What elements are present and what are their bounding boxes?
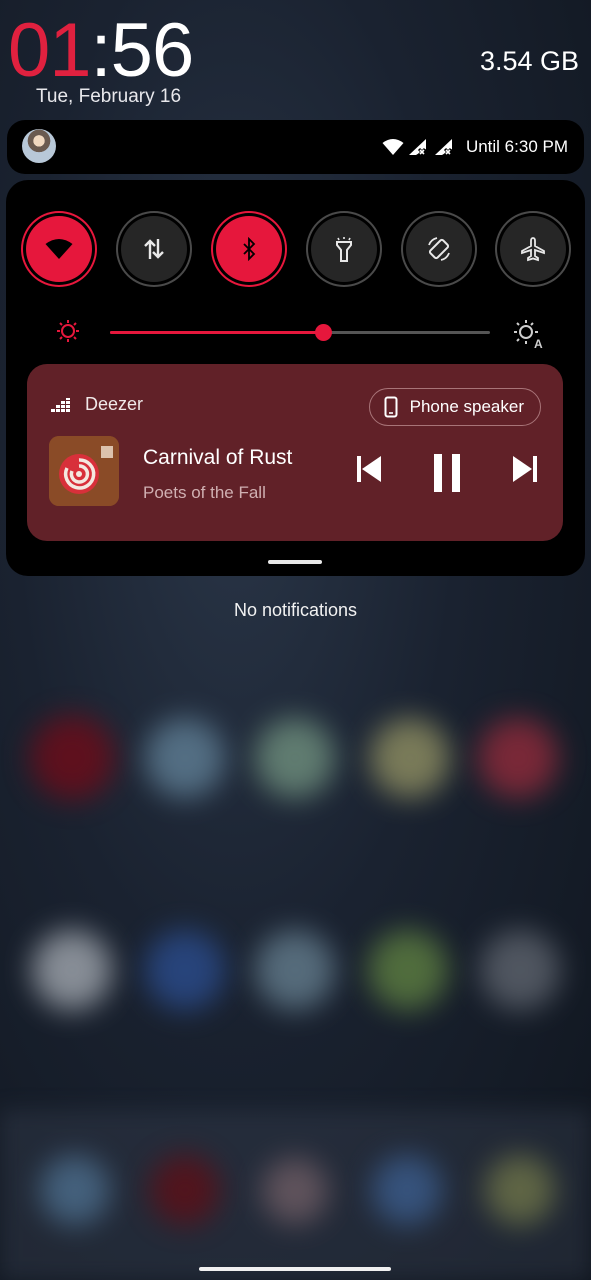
- panel-expand-handle[interactable]: [268, 560, 322, 564]
- avatar[interactable]: [22, 129, 56, 163]
- tile-wifi[interactable]: [26, 216, 92, 282]
- brightness-low-icon: [57, 320, 79, 342]
- wifi-icon: [382, 139, 404, 155]
- wifi-icon: [45, 239, 73, 259]
- clock-hours: 01: [8, 8, 92, 93]
- blurred-app-icon: [370, 718, 450, 798]
- quick-settings-tiles: [26, 216, 566, 284]
- deezer-logo-icon: [51, 397, 70, 412]
- blurred-app-icon: [40, 1155, 110, 1225]
- blurred-app-icon: [30, 715, 115, 800]
- previous-track-icon[interactable]: [355, 454, 383, 484]
- blurred-app-icon: [478, 718, 558, 798]
- phone-icon: [384, 396, 398, 418]
- brightness-slider-thumb[interactable]: [314, 324, 332, 341]
- blurred-app-icon: [255, 718, 335, 798]
- signal-no-service-icon: [408, 139, 427, 156]
- album-art: [49, 436, 119, 506]
- pause-icon[interactable]: [433, 454, 461, 492]
- blurred-app-icon: [145, 718, 225, 798]
- clock[interactable]: 01:56: [8, 8, 195, 93]
- track-artist: Poets of the Fall: [143, 483, 266, 502]
- brightness-control: A: [56, 316, 546, 350]
- tile-auto-rotate[interactable]: [406, 216, 472, 282]
- blurred-app-icon: [480, 930, 560, 1010]
- flashlight-icon: [336, 237, 352, 262]
- tile-mobile-data[interactable]: [121, 216, 187, 282]
- data-transfer-icon: [144, 239, 164, 259]
- airplane-icon: [521, 237, 545, 262]
- date[interactable]: Tue, February 16: [36, 86, 181, 108]
- output-device-button[interactable]: Phone speaker: [368, 388, 541, 426]
- quick-settings-panel: A Deezer Phone speaker Carnival of Rust …: [6, 180, 585, 576]
- status-bar: Until 6:30 PM: [7, 120, 584, 174]
- blurred-app-icon: [255, 930, 335, 1010]
- svg-text:A: A: [534, 337, 543, 349]
- clock-separator: :: [90, 8, 112, 93]
- auto-rotate-icon: [428, 237, 450, 261]
- gesture-nav-bar[interactable]: [199, 1267, 391, 1271]
- blurred-app-icon: [485, 1155, 555, 1225]
- tile-flashlight[interactable]: [311, 216, 377, 282]
- blurred-app-icon: [372, 1155, 442, 1225]
- brightness-slider[interactable]: [110, 324, 490, 341]
- track-title: Carnival of Rust: [143, 446, 293, 469]
- blurred-app-icon: [32, 930, 112, 1010]
- blurred-app-icon: [368, 930, 448, 1010]
- dnd-until-label: Until 6:30 PM: [465, 137, 568, 156]
- signal-no-service-icon: [434, 139, 453, 156]
- next-track-icon[interactable]: [511, 454, 539, 484]
- media-source: Deezer: [51, 394, 143, 415]
- media-player-card[interactable]: Deezer Phone speaker Carnival of Rust Po…: [27, 364, 563, 541]
- blurred-app-icon: [262, 1158, 328, 1224]
- output-device-label: Phone speaker: [409, 397, 524, 416]
- blurred-app-icon: [145, 930, 225, 1010]
- no-notifications-label: No notifications: [233, 600, 358, 620]
- media-app-name: Deezer: [85, 394, 144, 414]
- status-icons: Until 6:30 PM: [382, 137, 568, 157]
- blurred-app-icon: [150, 1155, 220, 1225]
- brightness-slider-fill: [110, 331, 323, 334]
- tile-bluetooth[interactable]: [216, 216, 282, 282]
- album-art-image: [49, 436, 119, 506]
- auto-brightness-icon[interactable]: A: [512, 319, 546, 349]
- bluetooth-icon: [243, 237, 256, 261]
- clock-minutes: 56: [110, 8, 195, 93]
- storage-indicator: 3.54 GB: [479, 46, 579, 76]
- tile-airplane-mode[interactable]: [500, 216, 566, 282]
